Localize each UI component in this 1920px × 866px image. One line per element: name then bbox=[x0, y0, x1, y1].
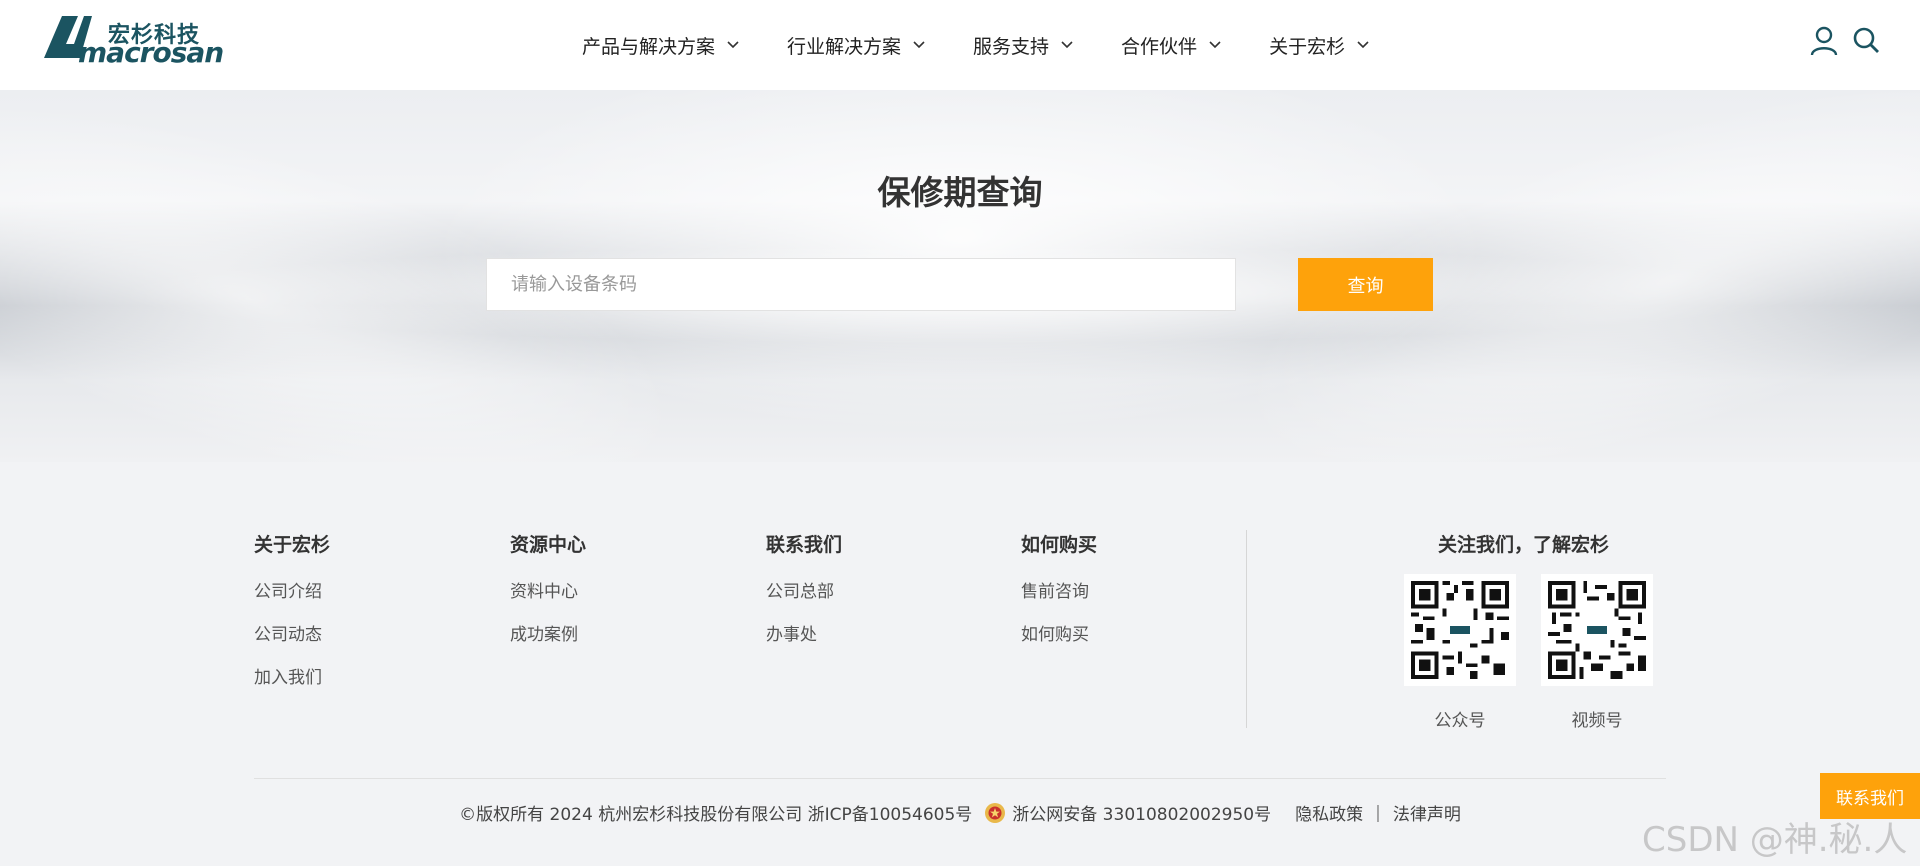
footer-column-contact: 联系我们 公司总部 办事处 bbox=[766, 530, 842, 663]
footer-link[interactable]: 办事处 bbox=[766, 620, 842, 645]
footer-link[interactable]: 加入我们 bbox=[254, 663, 330, 688]
qr-code-icon bbox=[1548, 581, 1646, 679]
qr-code-wechat-official bbox=[1404, 574, 1516, 686]
nav-item-industry[interactable]: 行业解决方案 bbox=[787, 32, 925, 59]
footer-column-title: 关于宏杉 bbox=[254, 534, 331, 556]
police-record-text[interactable]: 浙公网安备 33010802002950号 bbox=[1012, 800, 1271, 825]
chevron-down-icon bbox=[727, 41, 739, 49]
chevron-down-icon bbox=[913, 41, 925, 49]
main-nav: 产品与解决方案 行业解决方案 服务支持 合作伙伴 关于宏杉 bbox=[582, 0, 1417, 90]
nav-item-label: 合作伙伴 bbox=[1121, 35, 1198, 58]
footer-column-about: 关于宏杉 公司介绍 公司动态 加入我们 bbox=[254, 530, 330, 706]
link-separator: | bbox=[1375, 802, 1381, 823]
nav-item-products[interactable]: 产品与解决方案 bbox=[582, 32, 739, 59]
police-badge-icon bbox=[985, 802, 1006, 823]
footer-link[interactable]: 如何购买 bbox=[1021, 620, 1097, 645]
nav-item-about[interactable]: 关于宏杉 bbox=[1269, 32, 1369, 59]
nav-item-label: 服务支持 bbox=[973, 35, 1050, 58]
footer-column-title: 联系我们 bbox=[766, 534, 843, 556]
logo-english-text: macrosan bbox=[78, 36, 224, 69]
barcode-search-input[interactable] bbox=[486, 258, 1236, 311]
follow-us-title: 关注我们，了解宏杉 bbox=[1438, 534, 1610, 556]
legal-notice-link[interactable]: 法律声明 bbox=[1393, 800, 1461, 825]
footer-copyright-bar: ©版权所有 2024 杭州宏杉科技股份有限公司 浙ICP备10054605号 浙… bbox=[0, 800, 1920, 825]
qr-label-official: 公众号 bbox=[1434, 711, 1486, 731]
footer-link[interactable]: 公司动态 bbox=[254, 620, 330, 645]
qr-label-video: 视频号 bbox=[1571, 711, 1623, 731]
footer-link[interactable]: 公司介绍 bbox=[254, 577, 330, 602]
footer-column-title: 资源中心 bbox=[510, 534, 587, 556]
footer-column-purchase: 如何购买 售前咨询 如何购买 bbox=[1021, 530, 1097, 663]
qr-code-icon bbox=[1411, 581, 1509, 679]
qr-code-video-channel bbox=[1541, 574, 1653, 686]
chevron-down-icon bbox=[1357, 41, 1369, 49]
nav-item-label: 产品与解决方案 bbox=[582, 35, 716, 58]
nav-item-label: 关于宏杉 bbox=[1269, 35, 1346, 58]
footer-column-title: 如何购买 bbox=[1021, 534, 1098, 556]
watermark-text: CSDN @神.秘.人 bbox=[1642, 820, 1908, 860]
query-button[interactable]: 查询 bbox=[1298, 258, 1433, 311]
footer-bottom-divider bbox=[254, 778, 1666, 779]
footer-link[interactable]: 资料中心 bbox=[510, 577, 586, 602]
warranty-hero: 保修期查询 查询 bbox=[0, 90, 1920, 462]
search-icon[interactable] bbox=[1852, 26, 1880, 56]
page-title: 保修期查询 bbox=[877, 173, 1043, 212]
nav-item-partners[interactable]: 合作伙伴 bbox=[1121, 32, 1221, 59]
site-header: 宏杉科技 macrosan 产品与解决方案 行业解决方案 服务支持 合作伙伴 关… bbox=[0, 0, 1920, 90]
footer-column-resources: 资源中心 资料中心 成功案例 bbox=[510, 530, 586, 663]
user-icon[interactable] bbox=[1810, 26, 1838, 56]
footer-link[interactable]: 售前咨询 bbox=[1021, 577, 1097, 602]
footer-link[interactable]: 公司总部 bbox=[766, 577, 842, 602]
header-actions bbox=[1810, 26, 1880, 56]
nav-item-support[interactable]: 服务支持 bbox=[973, 32, 1073, 59]
chevron-down-icon bbox=[1061, 41, 1073, 49]
nav-item-label: 行业解决方案 bbox=[787, 35, 902, 58]
privacy-policy-link[interactable]: 隐私政策 bbox=[1295, 800, 1363, 825]
macrosan-logo[interactable]: 宏杉科技 macrosan bbox=[44, 14, 224, 69]
copyright-text[interactable]: ©版权所有 2024 杭州宏杉科技股份有限公司 浙ICP备10054605号 bbox=[459, 800, 972, 825]
footer-divider bbox=[1246, 530, 1247, 728]
chevron-down-icon bbox=[1209, 41, 1221, 49]
footer-link[interactable]: 成功案例 bbox=[510, 620, 586, 645]
